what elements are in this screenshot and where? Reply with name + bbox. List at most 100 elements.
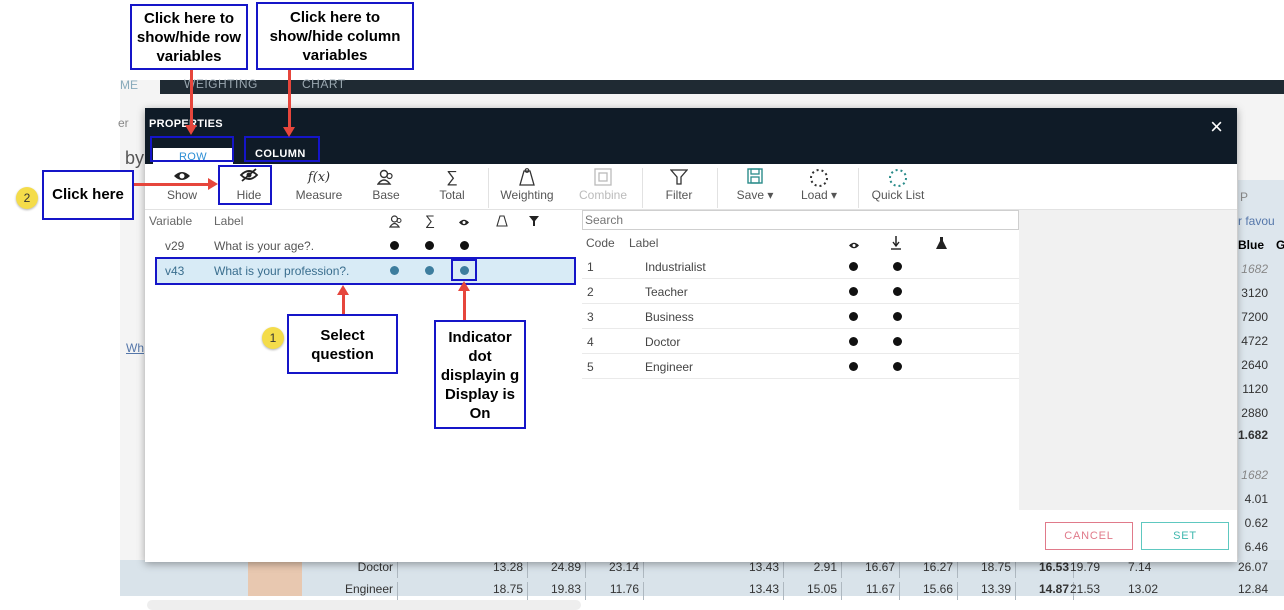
- column-variables-callout: Click here to show/hide column variables: [256, 2, 414, 70]
- variable-label: What is your age?.: [214, 239, 315, 253]
- code-row[interactable]: 2 Teacher: [582, 279, 1019, 304]
- toolbar: Show Hide f(x) Measure Base ∑ Total Weig…: [145, 164, 1237, 210]
- bg-right-value: 4.01: [1244, 492, 1268, 506]
- code-column-header: Code: [586, 236, 615, 250]
- load-icon: [797, 168, 841, 188]
- bg-link[interactable]: Wh: [126, 341, 144, 355]
- search-input[interactable]: [582, 210, 1019, 230]
- bg-right-header: G: [1276, 238, 1284, 252]
- total-indicator-dot[interactable]: [425, 241, 434, 250]
- toolbar-divider: [858, 168, 859, 208]
- arrow-line: [190, 70, 193, 126]
- indicator-dot[interactable]: [893, 312, 902, 321]
- base-users-icon: [388, 214, 403, 231]
- indicator-dot[interactable]: [893, 362, 902, 371]
- indicator-dot[interactable]: [893, 337, 902, 346]
- display-indicator-dot[interactable]: [849, 262, 858, 271]
- bg-table-row: Doctor 13.28 24.89 23.14 13.43 2.91 16.6…: [300, 560, 1074, 578]
- row-tab-highlight: [150, 136, 234, 162]
- sigma-icon: ∑: [425, 212, 435, 228]
- bg-right-table-value: 21.53: [1070, 582, 1101, 596]
- arrow-line: [342, 294, 345, 314]
- bg-right-value: 2880: [1241, 406, 1268, 420]
- save-icon: [733, 168, 777, 188]
- bg-right-value: 6.46: [1244, 540, 1268, 554]
- weighting-button[interactable]: Weighting: [497, 168, 557, 202]
- empty-side-panel: [1019, 210, 1237, 510]
- step-1-badge: 1: [262, 327, 284, 349]
- weight-icon: [497, 168, 557, 188]
- total-button[interactable]: ∑ Total: [435, 168, 469, 202]
- eye-icon: [848, 239, 860, 253]
- bg-fragment: by: [125, 148, 145, 168]
- arrow-head: [185, 125, 197, 135]
- code-row[interactable]: 4 Doctor: [582, 329, 1019, 354]
- background-highlight-cell: [248, 560, 302, 596]
- eye-icon: [458, 216, 470, 230]
- filter-icon: [529, 215, 539, 229]
- bg-fragment: ME: [120, 78, 138, 92]
- step-2-badge: 2: [16, 187, 38, 209]
- bg-right-value: 1682: [1241, 468, 1268, 482]
- code-row[interactable]: 3 Business: [582, 304, 1019, 329]
- bg-right-table-value: 13.02: [1128, 582, 1159, 596]
- variable-row[interactable]: v29 What is your age?.: [155, 234, 575, 258]
- bg-table-row: Engineer 18.75 19.83 11.76 13.43 15.05 1…: [300, 582, 1074, 600]
- display-indicator-dot[interactable]: [849, 362, 858, 371]
- display-indicator-dot[interactable]: [849, 337, 858, 346]
- cancel-button[interactable]: CANCEL: [1045, 522, 1133, 550]
- save-button[interactable]: Save ▾: [733, 168, 777, 202]
- arrow-head: [283, 127, 295, 137]
- code-row[interactable]: 1 Industrialist: [582, 254, 1019, 279]
- filter-button[interactable]: Filter: [661, 168, 697, 202]
- function-icon: f(x): [307, 170, 331, 185]
- display-indicator-dot[interactable]: [849, 287, 858, 296]
- close-icon[interactable]: ×: [1210, 114, 1223, 140]
- bg-right-header: r favou: [1238, 214, 1275, 228]
- horizontal-scrollbar[interactable]: [147, 600, 581, 610]
- bg-right-value: 2640: [1241, 358, 1268, 372]
- bg-fragment: er: [118, 116, 129, 130]
- flask-icon: [936, 237, 947, 252]
- base-button[interactable]: Base: [367, 168, 405, 202]
- bg-right-table-value: 19.79: [1070, 560, 1101, 574]
- download-icon: [891, 236, 901, 253]
- indicator-dot[interactable]: [893, 287, 902, 296]
- selected-row-highlight: [155, 257, 576, 285]
- bg-right-value: 7200: [1241, 310, 1268, 324]
- arrow-line: [134, 183, 210, 186]
- measure-button[interactable]: f(x) Measure: [293, 168, 345, 202]
- sigma-icon: ∑: [446, 169, 458, 186]
- arrow-line: [463, 290, 466, 320]
- combine-icon: [575, 168, 631, 188]
- bg-tab-chart[interactable]: CHART: [302, 77, 346, 91]
- set-button[interactable]: SET: [1141, 522, 1229, 550]
- bg-right-value: 1682: [1241, 262, 1268, 276]
- toolbar-divider: [488, 168, 489, 208]
- filter-icon: [661, 168, 697, 188]
- display-indicator-dot[interactable]: [460, 241, 469, 250]
- indicator-dot-highlight: [451, 259, 477, 281]
- label-column-header: Label: [214, 214, 244, 228]
- bg-right-value: 1120: [1242, 382, 1268, 396]
- bg-right-value: 1.682: [1238, 428, 1269, 442]
- bg-right-value: 26.07: [1238, 560, 1269, 574]
- bg-tab-weighting[interactable]: WEIGHTING: [184, 77, 258, 91]
- arrow-head: [337, 285, 349, 295]
- bg-right-value: 0.62: [1244, 516, 1268, 530]
- arrow-line: [288, 70, 291, 128]
- combine-button[interactable]: Combine: [575, 168, 631, 202]
- toolbar-divider: [717, 168, 718, 208]
- display-indicator-dot[interactable]: [849, 312, 858, 321]
- load-button[interactable]: Load ▾: [797, 168, 841, 202]
- select-question-callout: Select question: [287, 314, 398, 374]
- indicator-dot[interactable]: [893, 262, 902, 271]
- toolbar-divider: [642, 168, 643, 208]
- code-row[interactable]: 5 Engineer: [582, 354, 1019, 379]
- bg-right-value: 12.84: [1238, 582, 1269, 596]
- base-indicator-dot[interactable]: [390, 241, 399, 250]
- quick-list-button[interactable]: Quick List: [867, 168, 929, 202]
- arrow-head: [458, 281, 470, 291]
- bg-right-header: P: [1240, 190, 1249, 204]
- quick-list-icon: [867, 168, 929, 188]
